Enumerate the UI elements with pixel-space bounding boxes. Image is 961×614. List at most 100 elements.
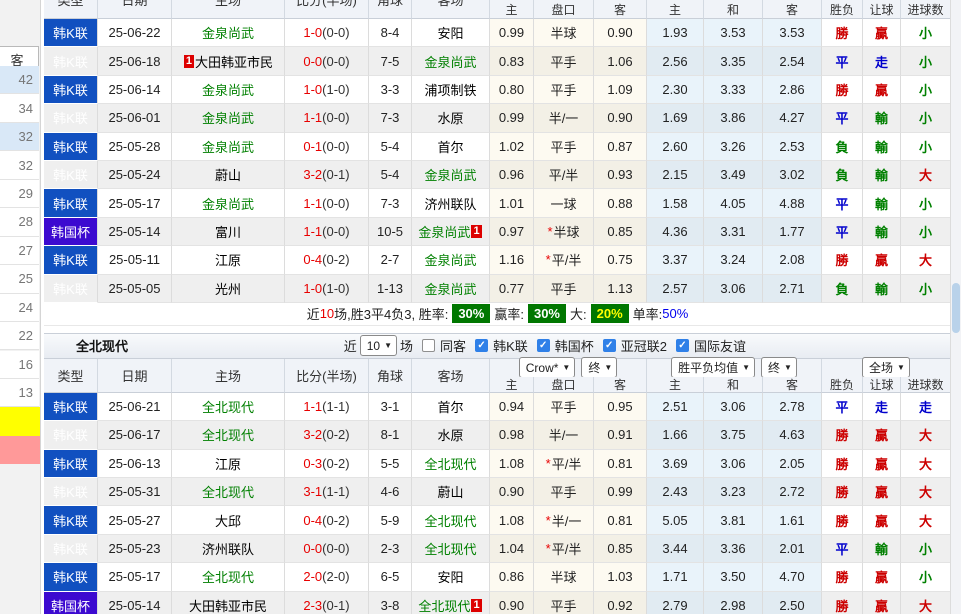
asia-odds-group: Crow*▼ 终▼ [490, 359, 647, 377]
home-team-cell[interactable]: 济州联队 [172, 535, 285, 563]
corner-cell: 4-6 [369, 478, 412, 506]
league-filter-label-acl2[interactable]: 亚冠联2 [621, 336, 667, 355]
home-team-cell[interactable]: 光州 [172, 275, 285, 303]
col-home: 主场 [172, 0, 285, 19]
league-filter-checkbox-koreacup[interactable]: ✓ [537, 339, 550, 352]
score-cell: 1-1(0-0) [285, 218, 369, 246]
away-team-cell[interactable]: 水原 [412, 104, 490, 132]
eu-odds-type-select[interactable]: 胜平负均值▼ [671, 357, 755, 378]
away-team-cell[interactable]: 首尔 [412, 393, 490, 421]
asia-home-odds: 0.80 [490, 76, 534, 104]
result-cell: 勝 [822, 76, 863, 104]
col-away: 客场 [412, 359, 490, 393]
handicap-cell: 平手 [534, 592, 594, 614]
handicap-cell: *平/半 [534, 535, 594, 563]
home-team-cell[interactable]: 全北现代 [172, 421, 285, 449]
league-filter-checkbox-kleague[interactable]: ✓ [475, 339, 488, 352]
away-team-cell[interactable]: 全北现代 [412, 535, 490, 563]
eu-away-odds: 2.53 [763, 133, 822, 161]
away-team-cell[interactable]: 首尔 [412, 133, 490, 161]
sidebar-pink-highlight [0, 436, 40, 464]
league-filter-checkbox-friendly[interactable]: ✓ [676, 339, 689, 352]
eu-draw-odds: 3.33 [704, 76, 763, 104]
eu-away-odds: 4.88 [763, 189, 822, 217]
result-cell: 平 [822, 47, 863, 75]
handicap-cell: 半/一 [534, 421, 594, 449]
euro-odds-group: 胜平负均值▼ 终▼ [647, 359, 822, 377]
home-team-cell[interactable]: 富川 [172, 218, 285, 246]
league-filter-checkbox-acl2[interactable]: ✓ [603, 339, 616, 352]
handicap-name: 平手 [550, 137, 576, 156]
handicap-result-cell: 輸 [863, 104, 901, 132]
handicap-result-cell: 輸 [863, 133, 901, 161]
asia-away-odds: 0.85 [594, 218, 647, 246]
away-team-cell[interactable]: 济州联队 [412, 189, 490, 217]
league-cell: 韩国杯 [44, 592, 98, 614]
fulltime-score: 1-0 [303, 25, 322, 40]
asia-away-odds: 0.88 [594, 189, 647, 217]
home-team-cell[interactable]: 大田韩亚市民 [172, 592, 285, 614]
home-team-cell[interactable]: 金泉尚武 [172, 104, 285, 132]
home-team-cell[interactable]: 全北现代 [172, 478, 285, 506]
eu-draw-odds: 3.06 [704, 450, 763, 478]
league-cell: 韩K联 [44, 535, 98, 563]
home-team-cell[interactable]: 金泉尚武 [172, 19, 285, 47]
col-home: 主场 [172, 359, 285, 393]
eu-away-odds: 3.02 [763, 161, 822, 189]
away-team-cell[interactable]: 金泉尚武 [412, 161, 490, 189]
home-team-cell[interactable]: 金泉尚武 [172, 76, 285, 104]
result-cell: 負 [822, 161, 863, 189]
away-team-cell[interactable]: 安阳 [412, 563, 490, 591]
result-cell: 勝 [822, 506, 863, 534]
away-team-cell[interactable]: 金泉尚武1 [412, 218, 490, 246]
asia-home-odds: 0.99 [490, 104, 534, 132]
away-team-cell[interactable]: 浦项制铁 [412, 76, 490, 104]
away-team-cell[interactable]: 全北现代1 [412, 592, 490, 614]
home-team-cell[interactable]: 江原 [172, 450, 285, 478]
corner-cell: 5-9 [369, 506, 412, 534]
eu-home-odds: 5.05 [647, 506, 704, 534]
home-team-cell[interactable]: 江原 [172, 246, 285, 274]
handicap-cell: 一球 [534, 189, 594, 217]
league-cell: 韩K联 [44, 450, 98, 478]
handicap-cell: 平手 [534, 47, 594, 75]
league-cell: 韩K联 [44, 563, 98, 591]
league-filter-label-friendly[interactable]: 国际友谊 [694, 336, 746, 355]
col-type: 类型 [44, 359, 98, 393]
away-team-cell[interactable]: 安阳 [412, 19, 490, 47]
games-count-select[interactable]: 10▼ [360, 335, 397, 356]
asia-home-odds: 0.97 [490, 218, 534, 246]
away-team-name: 水原 [437, 108, 463, 127]
sidebar-odds-value: 32 [0, 123, 39, 151]
same-away-checkbox[interactable] [422, 339, 435, 352]
home-team-cell[interactable]: 大邱 [172, 506, 285, 534]
away-team-cell[interactable]: 水原 [412, 421, 490, 449]
away-team-cell[interactable]: 金泉尚武 [412, 246, 490, 274]
vertical-scrollbar[interactable] [950, 0, 961, 614]
score-cell: 2-0(2-0) [285, 563, 369, 591]
home-team-cell[interactable]: 全北现代 [172, 563, 285, 591]
fulltime-score: 1-1 [303, 224, 322, 239]
away-team-cell[interactable]: 金泉尚武 [412, 275, 490, 303]
home-team-cell[interactable]: 金泉尚武 [172, 189, 285, 217]
away-team-cell[interactable]: 全北现代 [412, 450, 490, 478]
league-filter-label-kleague[interactable]: 韩K联 [493, 336, 528, 355]
col-score: 比分(半场) [285, 0, 369, 19]
corner-cell: 5-4 [369, 133, 412, 161]
away-team-cell[interactable]: 金泉尚武 [412, 47, 490, 75]
home-team-cell[interactable]: 1大田韩亚市民 [172, 47, 285, 75]
away-team-cell[interactable]: 蔚山 [412, 478, 490, 506]
halftime-score: (0-1) [322, 167, 349, 182]
home-team-cell[interactable]: 金泉尚武 [172, 133, 285, 161]
away-team-cell[interactable]: 全北现代 [412, 506, 490, 534]
handicap-name: 平/半 [552, 250, 582, 269]
home-team-cell[interactable]: 全北现代 [172, 393, 285, 421]
eu-home-odds: 4.36 [647, 218, 704, 246]
home-team-cell[interactable]: 蔚山 [172, 161, 285, 189]
checkbox-check-icon: ✓ [539, 340, 547, 351]
asia-time-select[interactable]: 终▼ [581, 357, 617, 378]
scrollbar-thumb[interactable] [952, 283, 960, 333]
league-filter-label-koreacup[interactable]: 韩国杯 [555, 336, 594, 355]
handicap-result-cell: 輸 [863, 218, 901, 246]
eu-away-odds: 1.61 [763, 506, 822, 534]
